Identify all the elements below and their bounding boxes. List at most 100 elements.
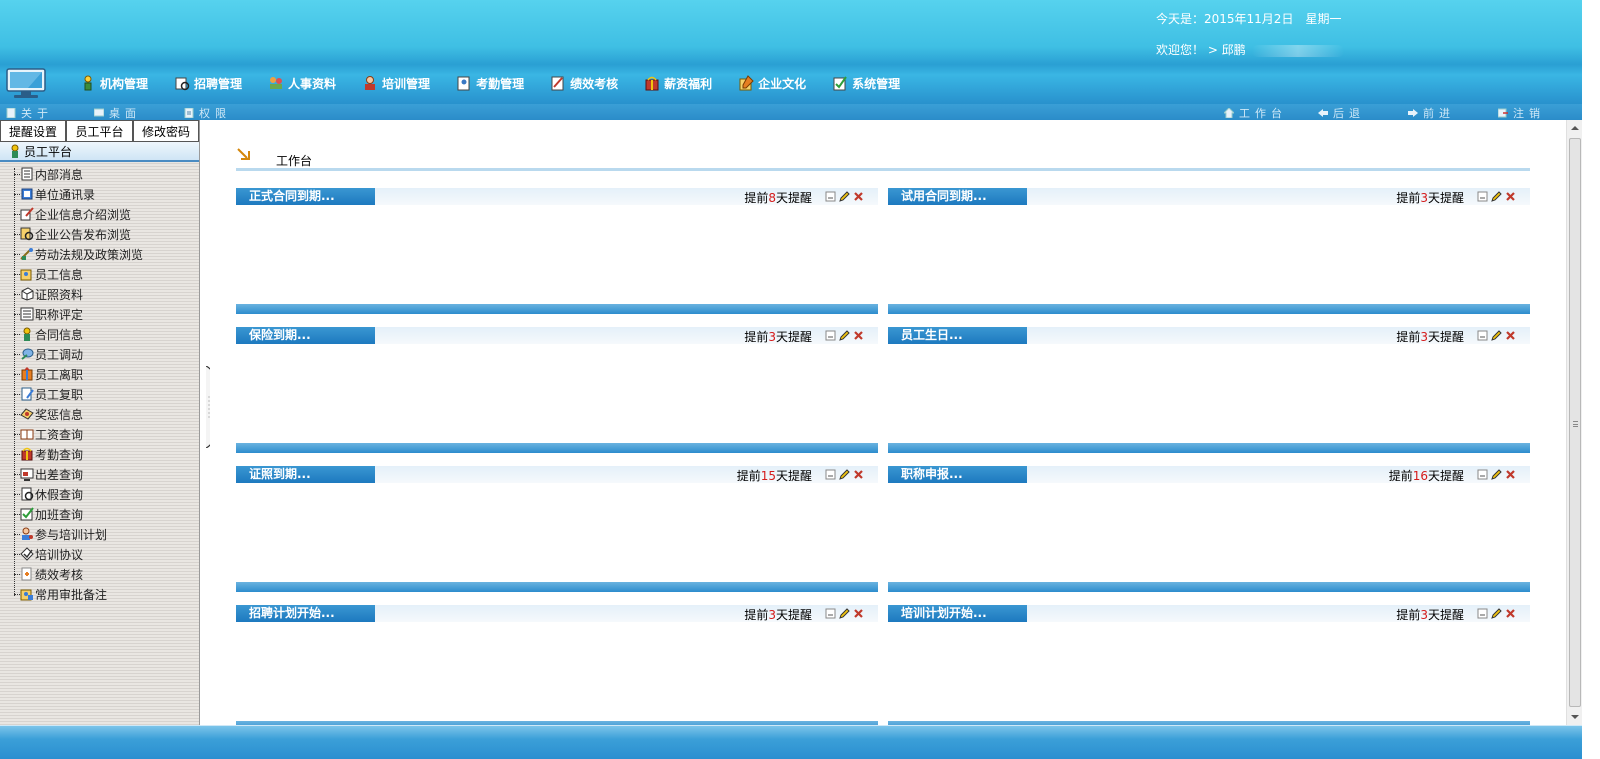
sidebar-item-label: 职称评定 bbox=[35, 307, 84, 322]
sidebar-item-approval-notes[interactable]: 常用审批备注 bbox=[0, 584, 199, 604]
minimize-icon[interactable] bbox=[1477, 469, 1488, 480]
close-icon[interactable] bbox=[853, 608, 864, 619]
nav-system[interactable]: 系统管理 bbox=[832, 68, 900, 98]
training-plan-icon bbox=[22, 527, 33, 540]
panel-remind-text: 提前3天提醒 bbox=[744, 328, 812, 345]
sidebar-item-label: 合同信息 bbox=[35, 327, 84, 342]
sidebar-item-label: 企业公告发布浏览 bbox=[35, 227, 132, 242]
minimize-icon[interactable] bbox=[1477, 608, 1488, 619]
sidebar-item-rewards-penalties[interactable]: 奖惩信息 bbox=[0, 404, 199, 424]
edit-pencil-icon[interactable] bbox=[839, 191, 850, 202]
panel-title[interactable]: 职称申报... bbox=[888, 466, 1027, 483]
sidebar-item-performance-assessment[interactable]: 绩效考核 bbox=[0, 564, 199, 584]
scrollbar-thumb[interactable] bbox=[1569, 138, 1581, 707]
nav-organization[interactable]: 机构管理 bbox=[80, 68, 148, 98]
sidebar-item-label: 工资查询 bbox=[35, 427, 84, 442]
edit-pencil-icon[interactable] bbox=[1491, 330, 1502, 341]
sidebar-section-header[interactable]: 员工平台 bbox=[0, 142, 199, 162]
panel-title[interactable]: 员工生日... bbox=[888, 327, 1027, 344]
edit-pencil-icon[interactable] bbox=[839, 469, 850, 480]
logout-button[interactable]: 注销 bbox=[1498, 105, 1545, 121]
nav-recruitment[interactable]: 招聘管理 bbox=[174, 68, 242, 98]
back-button[interactable]: 后退 bbox=[1318, 105, 1365, 121]
minimize-icon[interactable] bbox=[825, 608, 836, 619]
sidebar-item-label: 休假查询 bbox=[35, 487, 84, 502]
close-icon[interactable] bbox=[1505, 191, 1516, 202]
desktop-button[interactable]: 桌面 bbox=[94, 105, 141, 121]
edit-pencil-icon[interactable] bbox=[1491, 191, 1502, 202]
sidebar-item-address-book[interactable]: 单位通讯录 bbox=[0, 184, 199, 204]
minimize-icon[interactable] bbox=[825, 191, 836, 202]
sidebar-item-leave-query[interactable]: 休假查询 bbox=[0, 484, 199, 504]
workbench-button[interactable]: 工作台 bbox=[1224, 105, 1287, 121]
sidebar-item-attendance-query[interactable]: 考勤查询 bbox=[0, 444, 199, 464]
minimize-icon[interactable] bbox=[825, 469, 836, 480]
back-label: 后退 bbox=[1333, 107, 1365, 120]
panel-title[interactable]: 证照到期... bbox=[236, 466, 375, 483]
panel-title[interactable]: 保险到期... bbox=[236, 327, 375, 344]
sidebar-item-employee-resignation[interactable]: 员工离职 bbox=[0, 364, 199, 384]
nav-culture[interactable]: 企业文化 bbox=[738, 68, 806, 98]
sidebar-item-title-review[interactable]: 职称评定 bbox=[0, 304, 199, 324]
sidebar-item-business-trip-query[interactable]: 出差查询 bbox=[0, 464, 199, 484]
permission-button[interactable]: 权限 bbox=[184, 105, 231, 121]
about-button[interactable]: 关于 bbox=[6, 105, 53, 121]
minimize-icon[interactable] bbox=[1477, 191, 1488, 202]
panel-title[interactable]: 培训计划开始... bbox=[888, 605, 1027, 622]
close-icon[interactable] bbox=[853, 330, 864, 341]
scroll-down-arrow-icon[interactable] bbox=[1567, 709, 1583, 725]
arrow-down-right-icon bbox=[237, 148, 250, 160]
nav-personnel[interactable]: 人事资料 bbox=[268, 68, 336, 98]
nav-performance[interactable]: 绩效考核 bbox=[550, 68, 618, 98]
edit-pencil-icon[interactable] bbox=[839, 608, 850, 619]
sidebar-item-employee-info[interactable]: 员工信息 bbox=[0, 264, 199, 284]
forward-button[interactable]: 前进 bbox=[1408, 105, 1455, 121]
sidebar-section-title: 员工平台 bbox=[24, 144, 73, 159]
close-icon[interactable] bbox=[1505, 608, 1516, 619]
remind-prefix: 提前 bbox=[736, 469, 761, 483]
nav-label: 人事资料 bbox=[288, 76, 337, 91]
edit-pencil-icon[interactable] bbox=[1491, 608, 1502, 619]
scroll-up-arrow-icon[interactable] bbox=[1567, 120, 1583, 136]
close-icon[interactable] bbox=[853, 191, 864, 202]
sidebar-item-labor-regulations[interactable]: 劳动法规及政策浏览 bbox=[0, 244, 199, 264]
close-icon[interactable] bbox=[853, 469, 864, 480]
tab-reminder-settings[interactable]: 提醒设置 bbox=[0, 120, 66, 142]
sidebar-item-internal-messages[interactable]: 内部消息 bbox=[0, 164, 199, 184]
sidebar-item-training-plan[interactable]: 参与培训计划 bbox=[0, 524, 199, 544]
sidebar-item-label: 考勤查询 bbox=[35, 447, 84, 462]
sidebar-item-employee-transfer[interactable]: 员工调动 bbox=[0, 344, 199, 364]
vertical-scrollbar[interactable] bbox=[1566, 120, 1582, 725]
reinstatement-icon bbox=[21, 387, 34, 401]
sidebar-item-label: 绩效考核 bbox=[35, 567, 84, 582]
nav-attendance[interactable]: 考勤管理 bbox=[456, 68, 524, 98]
sidebar-item-overtime-query[interactable]: 加班查询 bbox=[0, 504, 199, 524]
edit-pencil-icon[interactable] bbox=[839, 330, 850, 341]
reminder-panel: 证照到期... 提前15天提醒 bbox=[236, 466, 878, 592]
nav-salary[interactable]: 薪资福利 bbox=[644, 68, 712, 98]
panel-title[interactable]: 招聘计划开始... bbox=[236, 605, 375, 622]
remind-days: 15 bbox=[760, 469, 776, 483]
minimize-icon[interactable] bbox=[825, 330, 836, 341]
close-icon[interactable] bbox=[1505, 330, 1516, 341]
close-icon[interactable] bbox=[1505, 469, 1516, 480]
edit-pencil-icon[interactable] bbox=[1491, 469, 1502, 480]
sidebar-item-salary-query[interactable]: 工资查询 bbox=[0, 424, 199, 444]
tab-employee-platform[interactable]: 员工平台 bbox=[66, 120, 133, 142]
nav-training[interactable]: 培训管理 bbox=[362, 68, 430, 98]
sidebar-item-announcements[interactable]: 企业公告发布浏览 bbox=[0, 224, 199, 244]
address-book-icon bbox=[21, 188, 33, 200]
sidebar-item-training-agreement[interactable]: 培训协议 bbox=[0, 544, 199, 564]
minimize-icon[interactable] bbox=[1477, 330, 1488, 341]
sidebar-item-certificates[interactable]: 证照资料 bbox=[0, 284, 199, 304]
sidebar-item-employee-reinstatement[interactable]: 员工复职 bbox=[0, 384, 199, 404]
right-edge-margin bbox=[1582, 0, 1600, 759]
remind-suffix: 天提醒 bbox=[775, 469, 812, 483]
remind-prefix: 提前 bbox=[1388, 469, 1413, 483]
tab-change-password[interactable]: 修改密码 bbox=[133, 120, 199, 142]
panel-title[interactable]: 正式合同到期... bbox=[236, 188, 375, 205]
sidebar-item-contract-info[interactable]: 合同信息 bbox=[0, 324, 199, 344]
panel-title[interactable]: 试用合同到期... bbox=[888, 188, 1027, 205]
reminder-panel: 培训计划开始... 提前3天提醒 bbox=[888, 605, 1530, 731]
sidebar-item-company-info[interactable]: 企业信息介绍浏览 bbox=[0, 204, 199, 224]
